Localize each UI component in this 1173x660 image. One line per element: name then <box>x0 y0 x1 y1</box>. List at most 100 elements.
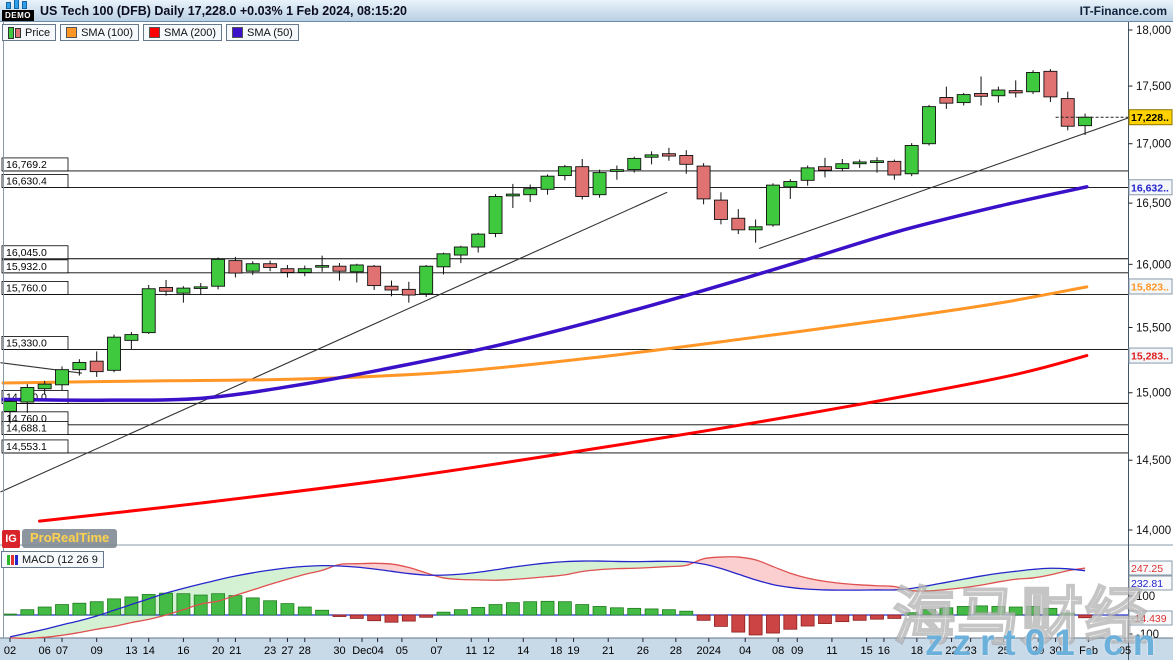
candle-body <box>558 167 571 176</box>
candle-body <box>923 107 936 144</box>
macd-histogram-bar <box>472 607 485 615</box>
candle-body <box>298 269 311 273</box>
macd-histogram-bar <box>1061 613 1074 615</box>
macd-histogram-bar <box>420 615 433 617</box>
macd-indicator-chip[interactable]: MACD (12 26 9 <box>1 551 104 568</box>
macd-histogram-bar <box>957 606 970 615</box>
candle-body <box>402 289 415 295</box>
candle-body <box>21 387 34 402</box>
x-tick-label: 16 <box>177 645 189 657</box>
y-tick-label: 15,000 <box>1136 388 1171 400</box>
x-tick-label: 14 <box>143 645 155 657</box>
candle-body <box>732 218 745 230</box>
macd-histogram-bar <box>975 606 988 615</box>
legend-chip-sma100[interactable]: SMA (100) <box>60 24 139 41</box>
legend-label: SMA (200) <box>164 27 216 39</box>
x-tick-label: 09 <box>791 645 803 657</box>
level-tag-label: 16,045.0 <box>6 247 47 259</box>
candle-body <box>4 401 17 411</box>
y-tick-label: 17,500 <box>1136 81 1171 93</box>
mini-candles-icon <box>6 1 27 9</box>
x-tick-label: 2024 <box>697 645 721 657</box>
x-tick-label: 12 <box>482 645 494 657</box>
macd-histogram-bar <box>281 604 294 615</box>
level-tag-label: 15,760.0 <box>6 282 47 294</box>
legend-chip-price[interactable]: Price <box>2 24 56 41</box>
legend-label: SMA (100) <box>81 27 133 39</box>
candle-body <box>56 370 69 385</box>
candle-body <box>888 161 901 175</box>
legend-chip-sma200[interactable]: SMA (200) <box>143 24 222 41</box>
candle-body <box>1079 117 1092 125</box>
macd-histogram-bar <box>576 605 589 615</box>
macd-histogram-bar <box>108 599 121 615</box>
x-tick-label: 28 <box>670 645 682 657</box>
x-tick-label: 18 <box>911 645 923 657</box>
candle-body <box>142 289 155 333</box>
chart-canvas[interactable]: 16,769.216,630.416,045.015,932.015,760.0… <box>0 0 1173 660</box>
macd-histogram-bar <box>1079 615 1092 618</box>
candle-body <box>801 168 814 180</box>
macd-histogram-bar <box>645 609 658 615</box>
macd-shade <box>530 563 547 578</box>
candle-body <box>975 93 988 96</box>
macd-shade <box>617 561 634 568</box>
macd-histogram-bar <box>506 603 519 615</box>
candle-body <box>1009 91 1022 93</box>
macd-histogram-bar <box>593 606 606 615</box>
macd-histogram-bar <box>298 607 311 615</box>
candle-body <box>316 266 329 268</box>
x-tick-label: 30 <box>1049 645 1061 657</box>
title-bar: DEMO US Tech 100 (DFB) Daily 17,228.0 +0… <box>0 0 1173 22</box>
x-tick-label: 22 <box>945 645 957 657</box>
candle-body <box>541 176 554 189</box>
x-tick-label: Feb <box>1079 645 1098 657</box>
brand-link[interactable]: IT-Finance.com <box>1080 4 1167 18</box>
level-tag-label: 14,553.1 <box>6 441 47 453</box>
candle-body <box>264 264 277 268</box>
x-tick-label: 29 <box>1032 645 1044 657</box>
candle-body <box>593 173 606 195</box>
legend-chip-sma50[interactable]: SMA (50) <box>226 24 299 41</box>
instrument-title: US Tech 100 (DFB) Daily 17,228.0 +0.03% … <box>40 4 407 18</box>
candle-body <box>871 161 884 163</box>
candle-body <box>281 269 294 273</box>
candle-body <box>246 264 259 271</box>
candle-body <box>818 167 831 171</box>
legend-label: SMA (50) <box>247 27 293 39</box>
level-tag-label: 15,330.0 <box>6 337 47 349</box>
macd-histogram-bar <box>1009 607 1022 615</box>
candle-body <box>385 286 398 290</box>
price-tag-label: 15,823.. <box>1131 281 1169 293</box>
level-tag-label: 15,932.0 <box>6 261 47 273</box>
macd-label: MACD (12 26 9 <box>22 554 98 566</box>
ig-logo: IG <box>2 530 20 548</box>
macd-histogram-bar <box>229 596 242 615</box>
candle-body <box>177 288 190 293</box>
macd-histogram-bar <box>1044 608 1057 615</box>
candle-body <box>836 164 849 169</box>
candle-body <box>472 234 485 247</box>
sma100-swatch-icon <box>66 27 77 38</box>
candle-body <box>680 155 693 164</box>
price-tag-label: 17,228.. <box>1131 112 1169 124</box>
x-tick-label: 20 <box>212 645 224 657</box>
macd-histogram-bar <box>940 608 953 615</box>
candle-body <box>697 166 710 199</box>
candle-body <box>714 200 727 219</box>
macd-histogram-bar <box>437 612 450 615</box>
macd-histogram-bar <box>402 615 415 621</box>
macd-histogram-bar <box>73 603 86 615</box>
macd-histogram-bar <box>610 608 623 615</box>
x-tick-label: 07 <box>430 645 442 657</box>
macd-histogram-bar <box>489 605 502 615</box>
y-tick-label: 15,500 <box>1136 323 1171 335</box>
y-tick-label: 16,500 <box>1136 198 1171 210</box>
macd-histogram-bar <box>246 598 259 615</box>
macd-histogram-bar <box>905 613 918 615</box>
macd-histogram-bar <box>662 610 675 615</box>
macd-histogram-bar <box>177 594 190 615</box>
x-tick-label: Dec <box>352 645 372 657</box>
candle-body <box>766 185 779 225</box>
x-tick-label: 06 <box>39 645 51 657</box>
